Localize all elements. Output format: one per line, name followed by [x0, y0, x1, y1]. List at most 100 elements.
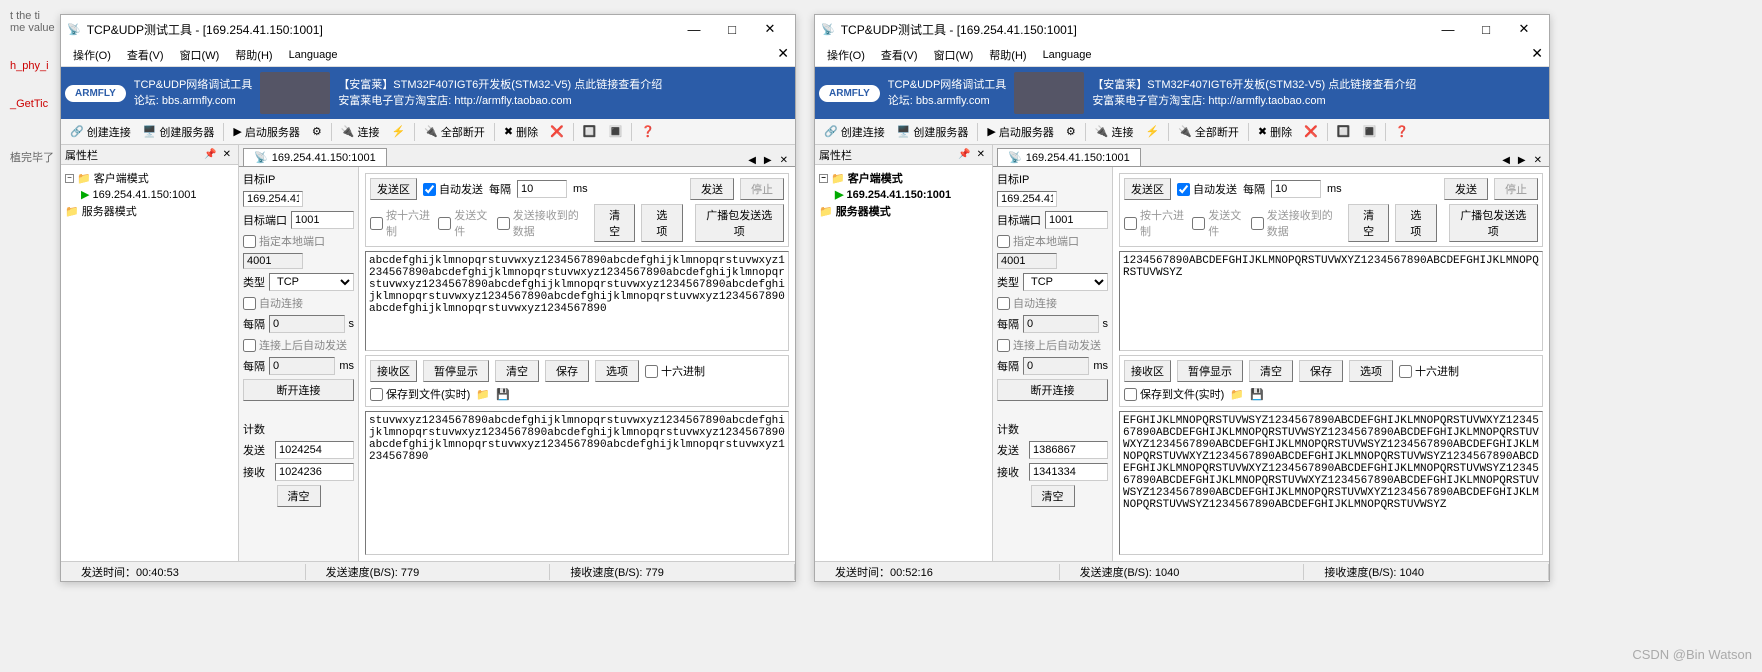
autosend-check[interactable] — [997, 339, 1010, 352]
send-clear-button[interactable]: 清空 — [1348, 204, 1389, 242]
autoconn-check[interactable] — [243, 297, 256, 310]
recv-data-check[interactable] — [1251, 217, 1264, 230]
save-button[interactable]: 保存 — [1299, 360, 1343, 382]
interval1-input[interactable] — [1023, 315, 1099, 333]
folder-icon[interactable]: 📁 — [476, 388, 490, 401]
menu-operation[interactable]: 操作(O) — [819, 44, 873, 66]
tool-help-icon[interactable]: ❓ — [1390, 123, 1414, 140]
tree-server-mode[interactable]: 📁服务器模式 — [819, 202, 988, 220]
send-interval-input[interactable] — [517, 180, 567, 198]
minimize-button[interactable]: — — [675, 17, 713, 41]
panel-close-icon[interactable]: ✕ — [974, 149, 988, 160]
tool-disconnect-all[interactable]: 🔌全部断开 — [419, 122, 490, 142]
tab-close-icon[interactable]: ✕ — [1531, 155, 1545, 166]
tree-client-mode[interactable]: −📁客户端模式 — [819, 169, 988, 187]
local-port-check[interactable] — [997, 235, 1010, 248]
file-send-check[interactable] — [438, 217, 451, 230]
close-button[interactable]: ✕ — [1505, 17, 1543, 41]
recv-options-button[interactable]: 选项 — [595, 360, 639, 382]
recv-clear-button[interactable]: 清空 — [1249, 360, 1293, 382]
save-icon[interactable]: 💾 — [1250, 388, 1264, 401]
hex-send-check[interactable] — [1124, 217, 1137, 230]
broadcast-button[interactable]: 广播包发送选项 — [695, 204, 784, 242]
tool-start-server[interactable]: ▶启动服务器 — [982, 122, 1058, 142]
panel-close-icon[interactable]: ✕ — [220, 149, 234, 160]
savefile-check[interactable] — [1124, 388, 1137, 401]
target-port-input[interactable] — [291, 211, 354, 229]
hex-recv-check[interactable] — [1399, 365, 1412, 378]
tab-connection[interactable]: 📡169.254.41.150:1001 — [997, 148, 1141, 166]
menu-window[interactable]: 窗口(W) — [172, 44, 228, 66]
tree-connection[interactable]: ▶169.254.41.150:1001 — [65, 187, 234, 202]
tool-start-server[interactable]: ▶启动服务器 — [228, 122, 304, 142]
hex-recv-check[interactable] — [645, 365, 658, 378]
tree-connection[interactable]: ▶169.254.41.150:1001 — [819, 187, 988, 202]
tool-sep-icon[interactable]: ⚡ — [1140, 123, 1164, 140]
recv-clear-button[interactable]: 清空 — [495, 360, 539, 382]
menu-view[interactable]: 查看(V) — [119, 44, 172, 66]
maximize-button[interactable]: □ — [1467, 17, 1505, 41]
stats-clear-button[interactable]: 清空 — [277, 485, 321, 507]
recv-data-check[interactable] — [497, 217, 510, 230]
pin-icon[interactable]: 📌 — [955, 149, 973, 160]
stats-clear-button[interactable]: 清空 — [1031, 485, 1075, 507]
disconnect-button[interactable]: 断开连接 — [997, 379, 1108, 401]
interval1-input[interactable] — [269, 315, 345, 333]
mdi-close-icon[interactable]: ✕ — [777, 45, 789, 62]
pause-button[interactable]: 暂停显示 — [1177, 360, 1243, 382]
recv-textarea[interactable]: EFGHIJKLMNOPQRSTUVWSYZ1234567890ABCDEFGH… — [1119, 411, 1543, 555]
stop-button[interactable]: 停止 — [1494, 178, 1538, 200]
tool-delete[interactable]: ✖删除 — [1253, 122, 1297, 142]
local-port-input[interactable] — [243, 253, 303, 269]
send-clear-button[interactable]: 清空 — [594, 204, 635, 242]
target-port-input[interactable] — [1045, 211, 1108, 229]
menu-operation[interactable]: 操作(O) — [65, 44, 119, 66]
target-ip-input[interactable] — [997, 191, 1057, 207]
recv-textarea[interactable]: stuvwxyz1234567890abcdefghijklmnopqrstuv… — [365, 411, 789, 555]
autosend-check[interactable] — [243, 339, 256, 352]
menu-help[interactable]: 帮助(H) — [227, 44, 280, 66]
broadcast-button[interactable]: 广播包发送选项 — [1449, 204, 1538, 242]
tool-help-icon[interactable]: ❓ — [636, 123, 660, 140]
close-button[interactable]: ✕ — [751, 17, 789, 41]
save-button[interactable]: 保存 — [545, 360, 589, 382]
menu-view[interactable]: 查看(V) — [873, 44, 926, 66]
tool-opt2[interactable]: 🔳 — [1357, 123, 1381, 140]
menu-window[interactable]: 窗口(W) — [926, 44, 982, 66]
tool-create-server[interactable]: 🖥️创建服务器 — [138, 122, 220, 142]
tool-delete-extra[interactable]: ❌ — [545, 123, 569, 140]
local-port-check[interactable] — [243, 235, 256, 248]
send-options-button[interactable]: 选项 — [641, 204, 682, 242]
send-button[interactable]: 发送 — [690, 178, 734, 200]
tool-delete-extra[interactable]: ❌ — [1299, 123, 1323, 140]
menu-help[interactable]: 帮助(H) — [981, 44, 1034, 66]
savefile-check[interactable] — [370, 388, 383, 401]
tab-prev-icon[interactable]: ◀ — [745, 155, 759, 166]
autosend-checkbox[interactable] — [1177, 183, 1190, 196]
tool-opt1[interactable]: 🔲 — [1332, 123, 1356, 140]
tool-connect[interactable]: 🔌连接 — [1090, 122, 1139, 142]
tool-create-connection[interactable]: 🔗创建连接 — [819, 122, 890, 142]
pause-button[interactable]: 暂停显示 — [423, 360, 489, 382]
tool-delete[interactable]: ✖删除 — [499, 122, 543, 142]
tab-next-icon[interactable]: ▶ — [761, 155, 775, 166]
tool-sep-icon[interactable]: ⚡ — [386, 123, 410, 140]
pin-icon[interactable]: 📌 — [201, 149, 219, 160]
autosend-checkbox[interactable] — [423, 183, 436, 196]
tree-server-mode[interactable]: 📁服务器模式 — [65, 202, 234, 220]
send-textarea[interactable]: 1234567890ABCDEFGHIJKLMNOPQRSTUVWXYZ1234… — [1119, 251, 1543, 351]
send-interval-input[interactable] — [1271, 180, 1321, 198]
type-select[interactable]: TCP — [269, 273, 354, 291]
send-button[interactable]: 发送 — [1444, 178, 1488, 200]
interval2-input[interactable] — [1023, 357, 1089, 375]
target-ip-input[interactable] — [243, 191, 303, 207]
titlebar[interactable]: 📡 TCP&UDP测试工具 - [169.254.41.150:1001] — … — [61, 15, 795, 43]
disconnect-button[interactable]: 断开连接 — [243, 379, 354, 401]
tab-next-icon[interactable]: ▶ — [1515, 155, 1529, 166]
tab-close-icon[interactable]: ✕ — [777, 155, 791, 166]
tool-toggle[interactable]: ⚙ — [307, 123, 327, 140]
mdi-close-icon[interactable]: ✕ — [1531, 45, 1543, 62]
folder-icon[interactable]: 📁 — [1230, 388, 1244, 401]
stop-button[interactable]: 停止 — [740, 178, 784, 200]
local-port-input[interactable] — [997, 253, 1057, 269]
